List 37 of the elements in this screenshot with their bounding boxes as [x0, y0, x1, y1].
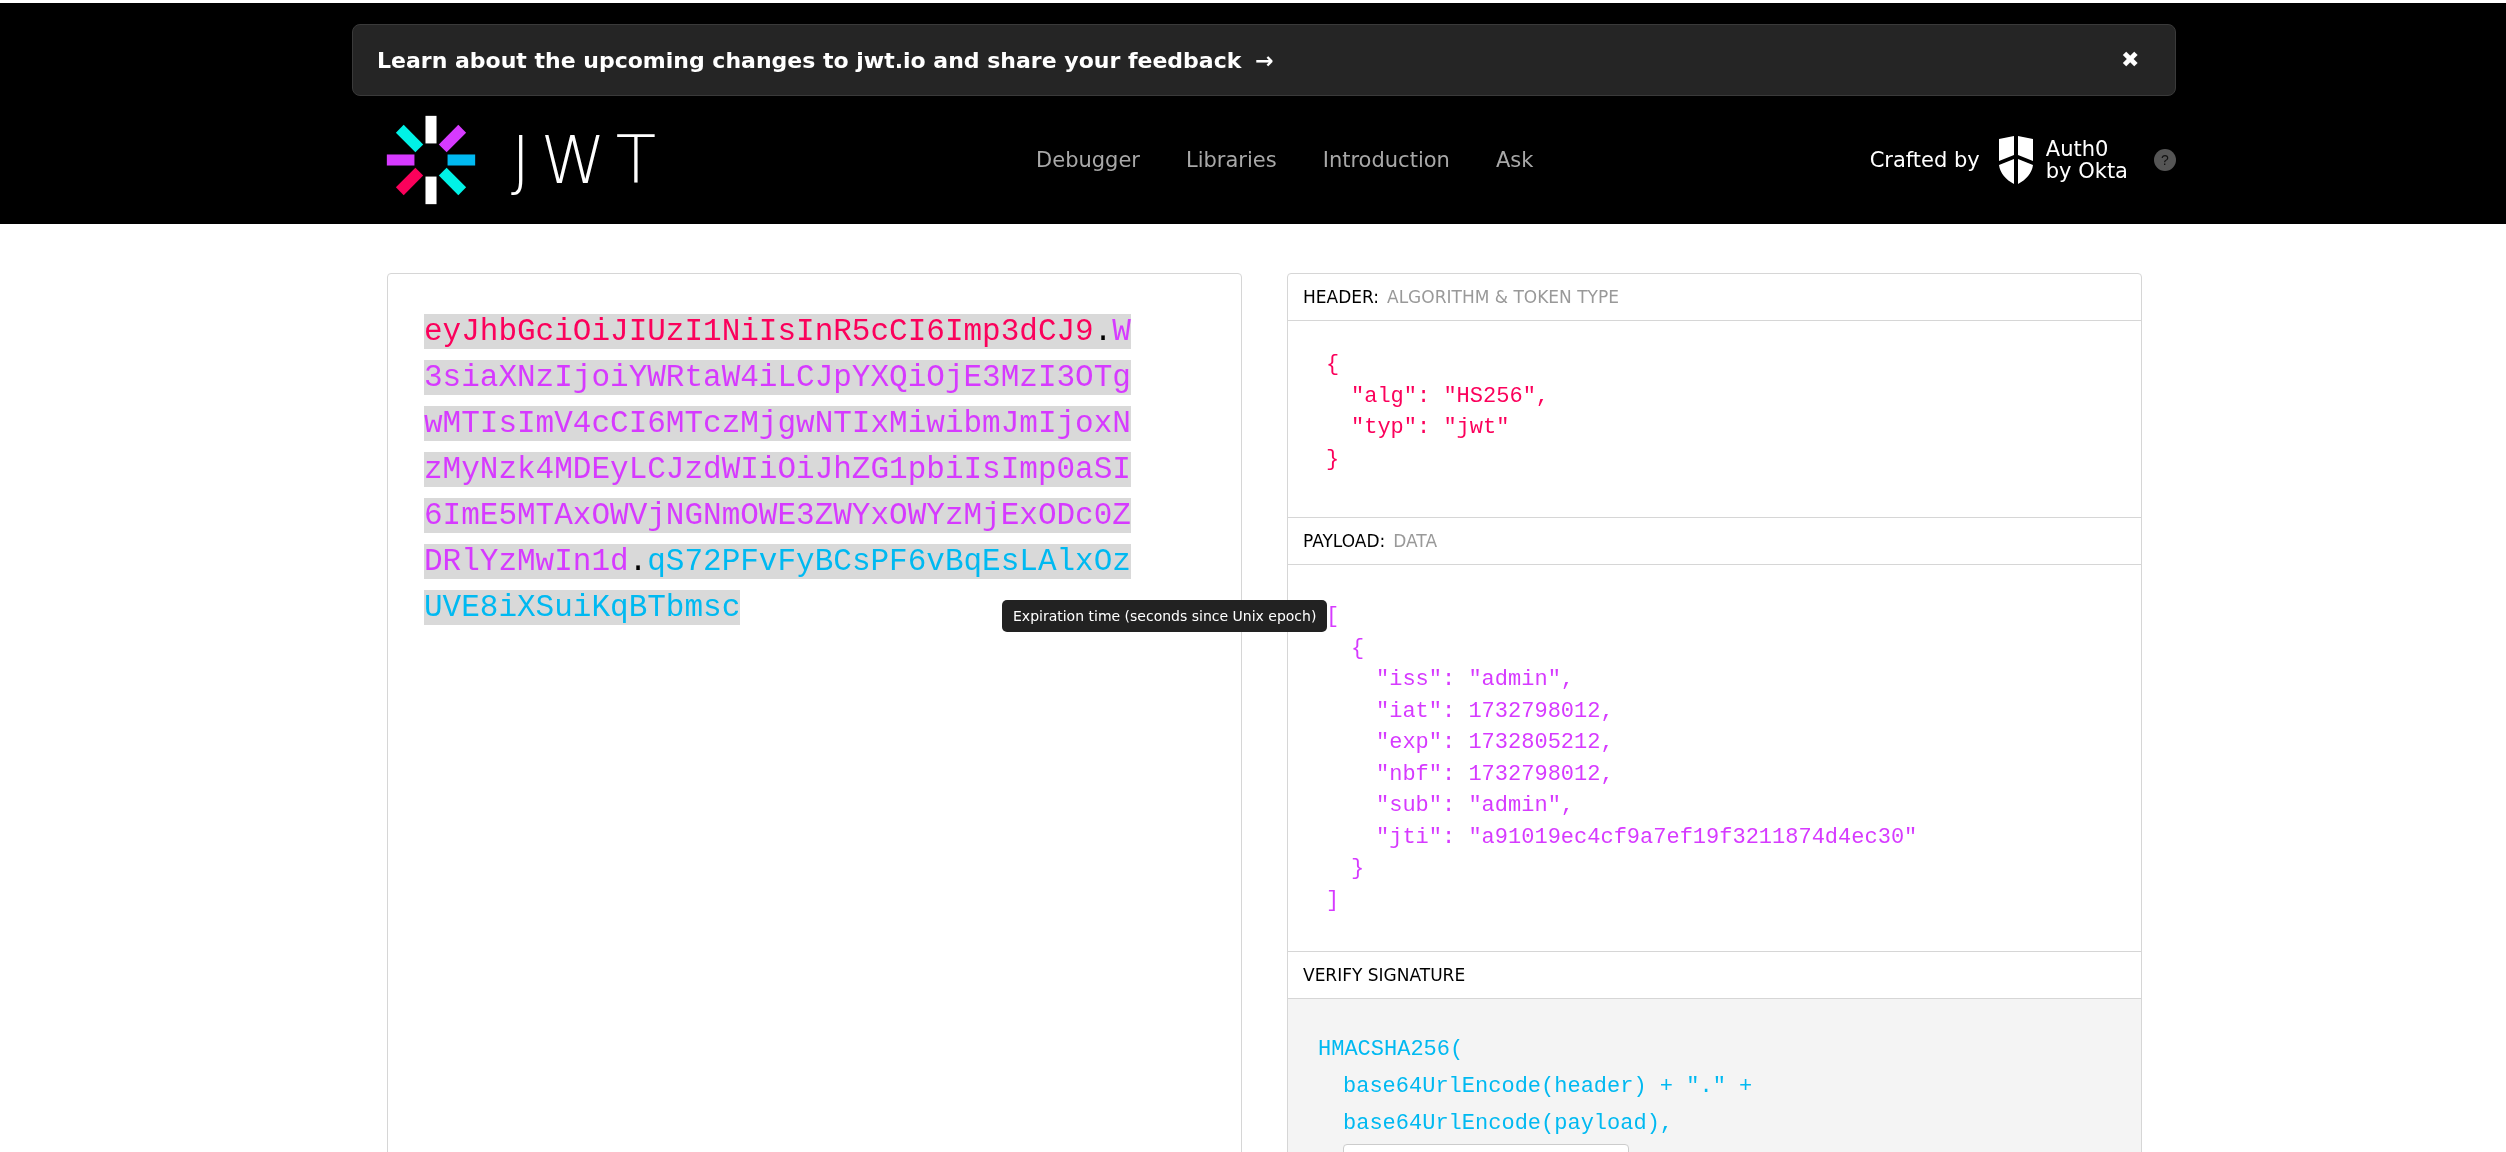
- code-line: "iss": "admin",: [1375, 666, 1576, 694]
- code-line: "alg": "HS256",: [1350, 382, 1551, 411]
- logo-wordmark[interactable]: JWT: [511, 121, 667, 199]
- pinwheel-logo-icon[interactable]: [385, 114, 477, 206]
- code-line: [: [1326, 603, 1341, 631]
- code-line: "typ": "jwt": [1350, 414, 1511, 442]
- brand-tagline[interactable]: by Okta: [2045, 160, 2128, 183]
- header-json-editor[interactable]: { "alg": "HS256", "typ": "jwt" }: [1288, 321, 2141, 518]
- code-line: "nbf": 1732798012,: [1375, 760, 1615, 789]
- section-label: PAYLOAD:: [1303, 531, 1386, 551]
- code-line: "exp": 1732805212,: [1375, 729, 1615, 757]
- code-line: "sub": "admin",: [1375, 792, 1576, 820]
- section-sublabel: ALGORITHM & TOKEN TYPE: [1387, 287, 1619, 307]
- code-line: {: [1350, 634, 1366, 663]
- code-line: }: [1326, 445, 1341, 474]
- tooltip: Expiration time (seconds since Unix epoch): [1002, 600, 1328, 632]
- announcement-banner[interactable]: Learn about the upcoming changes to jwt.io and share your feedback → ✖: [352, 24, 2176, 96]
- nav-link[interactable]: Introduction: [1322, 148, 1450, 172]
- code-line: base64UrlEncode(header) + "." +: [1342, 1073, 1754, 1101]
- brand-name[interactable]: Auth0: [2045, 137, 2128, 160]
- banner-text[interactable]: Learn about the upcoming changes to jwt.io and share your feedback: [377, 47, 1242, 73]
- code-line: base64UrlEncode(payload),: [1342, 1110, 1675, 1138]
- code-line: HMACSHA256(: [1318, 1036, 1465, 1064]
- code-line: }: [1350, 855, 1366, 883]
- code-line: "iat": 1732798012,: [1375, 697, 1615, 726]
- code-line: "jti": "a91019ec4cf9a7ef19f3211874d4ec30": [1375, 823, 1919, 852]
- nav-link[interactable]: Ask: [1495, 148, 1534, 172]
- code-line: {: [1326, 351, 1341, 379]
- code-line: ]: [1326, 886, 1341, 915]
- section-label: HEADER:: [1303, 287, 1379, 307]
- section-label: VERIFY SIGNATURE: [1303, 965, 1466, 985]
- arrow-icon: →: [1255, 47, 1274, 73]
- section-sublabel: DATA: [1393, 531, 1438, 551]
- nav-link[interactable]: Debugger: [1036, 148, 1140, 172]
- close-button[interactable]: ✖: [2109, 43, 2151, 77]
- crafted-by-label: Crafted by: [1869, 148, 1980, 172]
- nav-link[interactable]: Libraries: [1186, 148, 1277, 172]
